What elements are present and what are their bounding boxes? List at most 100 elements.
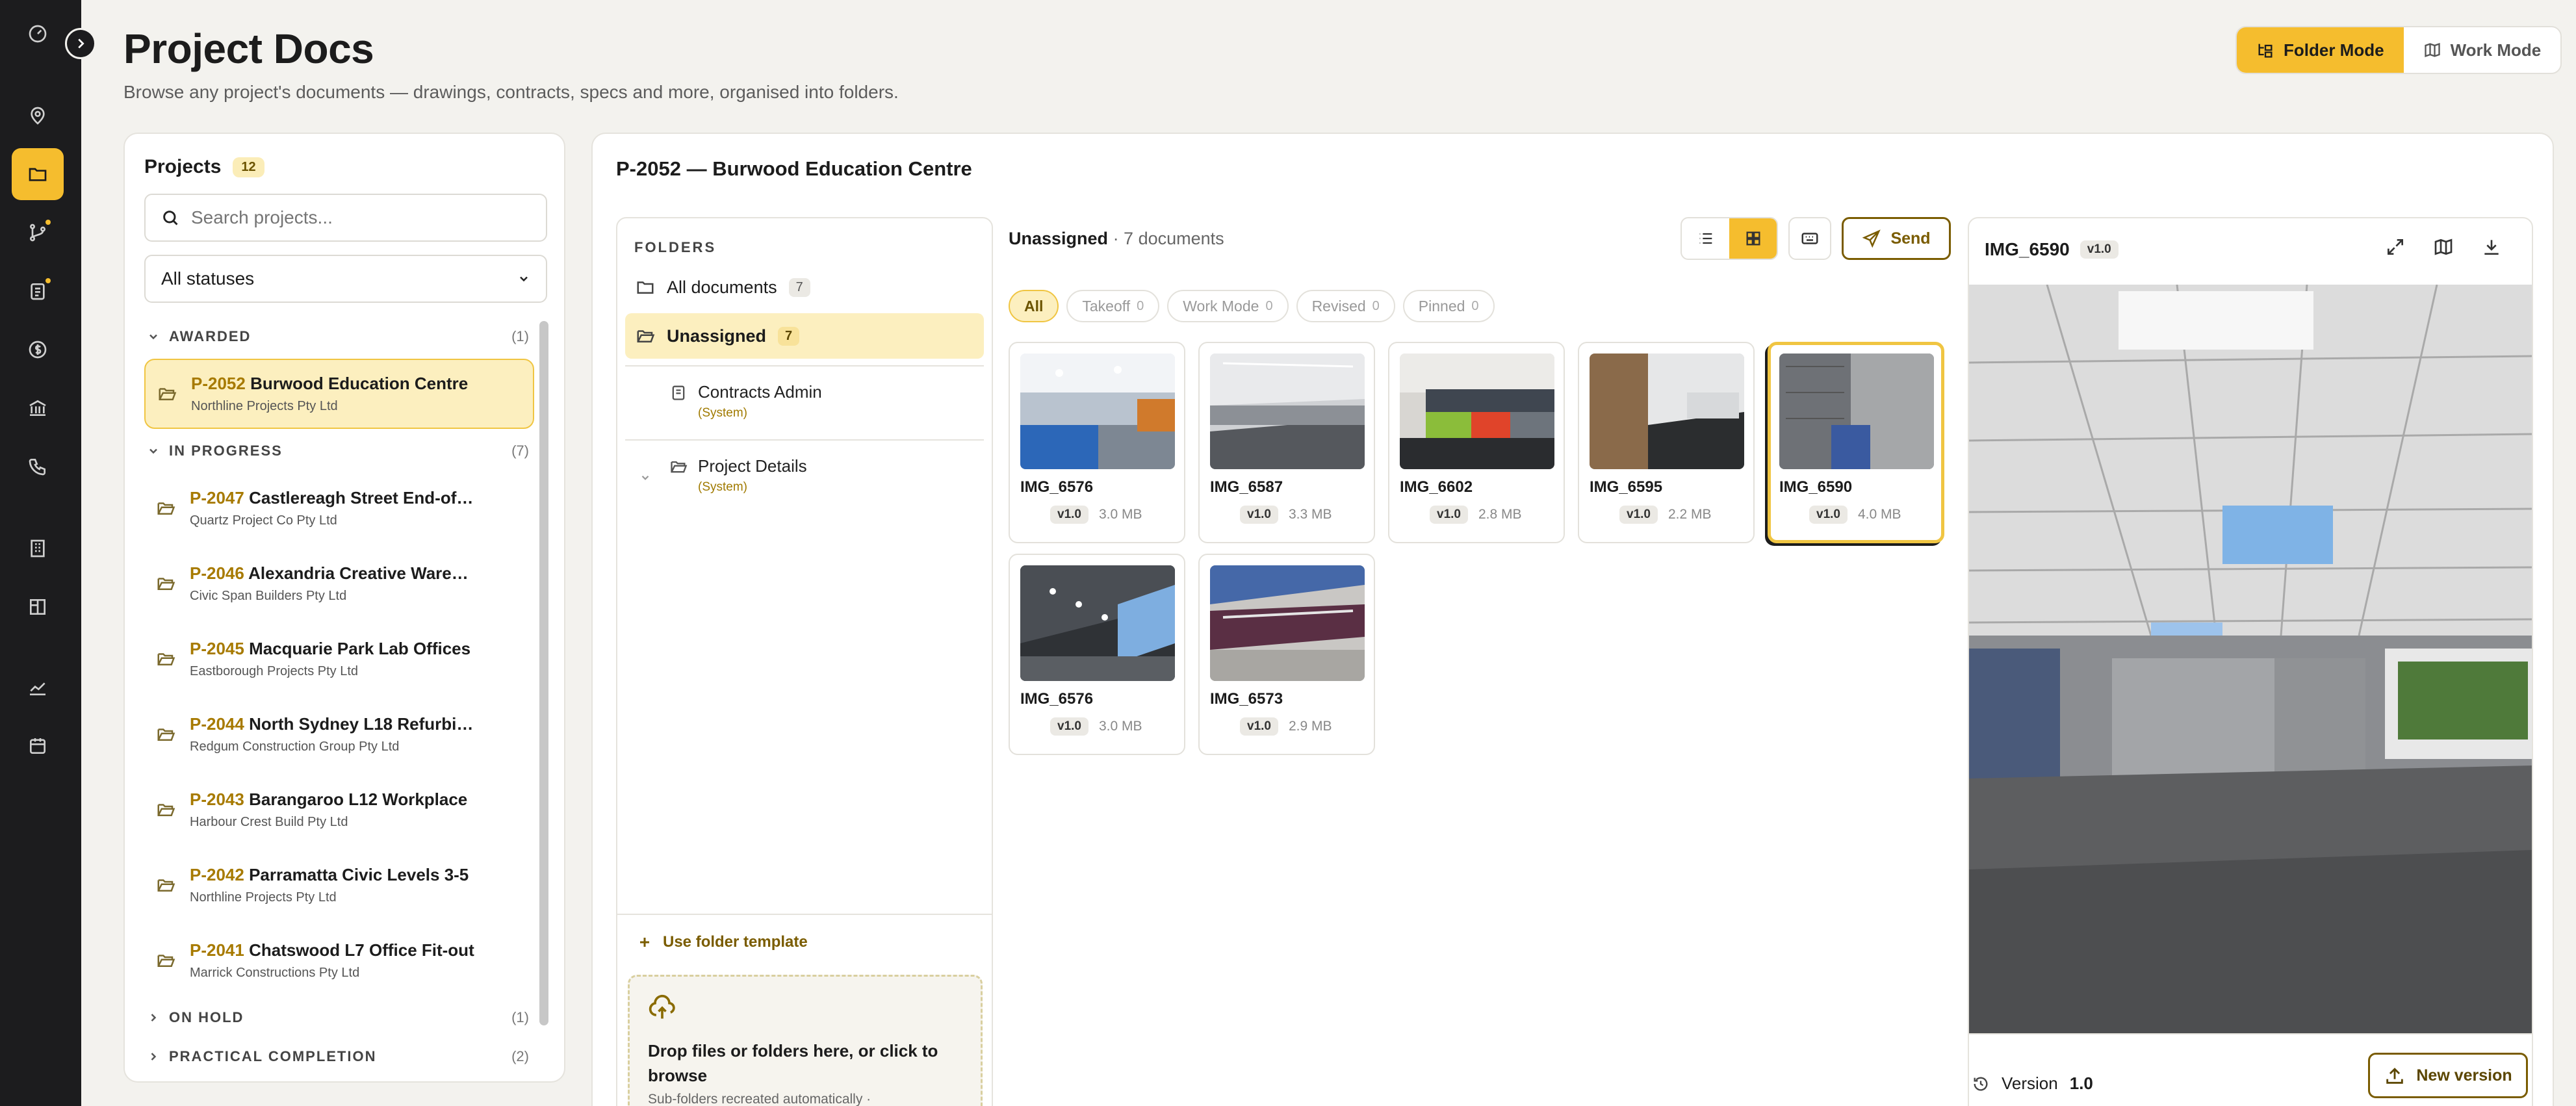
group-on-hold[interactable]: ON HOLD (1) — [144, 998, 534, 1037]
keyboard-shortcuts-button[interactable] — [1788, 217, 1831, 260]
filter-revised[interactable]: Revised 0 — [1296, 290, 1395, 322]
project-client: Quartz Project Co Pty Ltd — [190, 513, 337, 528]
folder-open-icon — [157, 728, 175, 741]
chevron-down-icon — [149, 448, 157, 454]
project-client: Northline Projects Pty Ltd — [191, 399, 338, 413]
chevron-down-icon[interactable] — [639, 472, 651, 483]
filter-all[interactable]: All — [1009, 290, 1059, 322]
document-thumbnail — [1020, 565, 1175, 681]
work-mode-button[interactable]: Work Mode — [2404, 27, 2561, 73]
folder-label: Unassigned — [667, 326, 767, 346]
use-folder-template-button[interactable]: Use folder template — [637, 933, 808, 951]
document-tile[interactable]: IMG_6587 v1.0 3.3 MB — [1198, 342, 1375, 543]
calendar-icon[interactable] — [12, 720, 64, 772]
project-client: Northline Projects Pty Ltd — [190, 890, 337, 905]
version-badge: v1.0 — [1050, 506, 1088, 524]
gauge-icon[interactable] — [12, 8, 64, 60]
upload-dropzone[interactable]: Drop files or folders here, or click to … — [628, 975, 983, 1106]
project-name: P-2043 Barangaroo L12 Workplace — [190, 790, 468, 809]
project-item-p-2047[interactable]: P-2047 Castlereagh Street End-of-Trip Qua… — [144, 470, 534, 546]
project-item-p-2052[interactable]: P-2052 Burwood Education Centre Northline… — [144, 359, 534, 429]
project-item-p-2043[interactable]: P-2043 Barangaroo L12 Workplace Harbour C… — [144, 772, 534, 847]
chart-line-icon[interactable] — [12, 662, 64, 714]
clipboard-icon[interactable] — [12, 265, 64, 317]
folder-open-icon — [157, 578, 175, 590]
new-version-button[interactable]: New version — [2368, 1053, 2528, 1098]
folder-open-icon — [637, 330, 655, 342]
documents-list: Unassigned · 7 documents Send All Takeof… — [1009, 217, 1957, 1106]
project-item-p-2042[interactable]: P-2042 Parramatta Civic Levels 3-5 Northl… — [144, 847, 534, 923]
folder-count: 7 — [788, 277, 810, 297]
project-docs-title: P-2052 — Burwood Education Centre — [616, 157, 972, 180]
chevron-right-icon — [151, 1014, 157, 1022]
group-label: ON HOLD — [169, 1009, 244, 1025]
document-meta: v1.0 3.0 MB — [1050, 506, 1142, 524]
project-name: P-2047 Castlereagh Street End-of-Trip — [190, 488, 476, 508]
document-name: IMG_6595 — [1590, 478, 1663, 496]
document-tile[interactable]: IMG_6595 v1.0 2.2 MB — [1578, 342, 1755, 543]
document-meta: v1.0 4.0 MB — [1809, 506, 1901, 524]
plus-icon — [640, 938, 649, 947]
preview-image[interactable] — [1969, 284, 2532, 1033]
document-tile[interactable]: IMG_6573 v1.0 2.9 MB — [1198, 554, 1375, 755]
filter-pinned[interactable]: Pinned 0 — [1402, 290, 1495, 322]
grid-view-button[interactable] — [1729, 218, 1777, 259]
document-tile[interactable]: IMG_6602 v1.0 2.8 MB — [1388, 342, 1565, 543]
map-icon — [2424, 43, 2440, 57]
project-item-p-2045[interactable]: P-2045 Macquarie Park Lab Offices Eastbor… — [144, 621, 534, 697]
notification-dot — [45, 220, 51, 225]
group-in-progress[interactable]: IN PROGRESS (7) — [144, 431, 534, 470]
document-tile[interactable]: IMG_6576 v1.0 3.0 MB — [1009, 554, 1185, 755]
project-item-p-2041[interactable]: P-2041 Chatswood L7 Office Fit-out Marric… — [144, 923, 534, 998]
send-button[interactable]: Send — [1842, 217, 1951, 260]
map-icon[interactable] — [2433, 237, 2454, 257]
version-label: Version — [2002, 1074, 2058, 1093]
building-icon[interactable] — [12, 522, 64, 574]
group-count: (2) — [511, 1048, 529, 1064]
folder-project-details[interactable]: Project Details (System) — [669, 456, 807, 495]
group-awarded[interactable]: AWARDED (1) — [144, 317, 534, 356]
sidebar-expand-button[interactable] — [65, 28, 96, 59]
document-tile-selected[interactable]: IMG_6590 v1.0 4.0 MB — [1768, 342, 1944, 543]
project-search-input[interactable] — [191, 207, 529, 228]
expand-icon[interactable] — [2385, 237, 2406, 257]
version-history[interactable]: Version 1.0 — [1972, 1074, 2093, 1094]
bank-icon[interactable] — [12, 382, 64, 434]
project-item-p-2044[interactable]: P-2044 North Sydney L18 Refurbishment Red… — [144, 697, 534, 772]
folder-mode-button[interactable]: Folder Mode — [2237, 27, 2404, 73]
file-size: 2.8 MB — [1478, 507, 1522, 522]
project-item-p-2046[interactable]: P-2046 Alexandria Creative Warehouse Civi… — [144, 546, 534, 621]
folder-contracts-admin[interactable]: Contracts Admin (System) — [669, 382, 822, 420]
project-list-scrollbar[interactable] — [539, 321, 548, 1025]
git-branch-icon[interactable] — [12, 207, 64, 259]
map-pin-icon[interactable] — [12, 90, 64, 142]
folder-all-documents[interactable]: All documents 7 — [625, 268, 984, 307]
document-thumbnail — [1210, 565, 1365, 681]
projects-title: Projects — [144, 156, 222, 177]
page-subtitle: Browse any project's documents — drawing… — [123, 82, 899, 102]
group-practical-completion[interactable]: PRACTICAL COMPLETION (2) — [144, 1037, 534, 1076]
document-count: · 7 documents — [1113, 229, 1224, 248]
folder-open-icon — [157, 502, 175, 515]
dollar-icon[interactable] — [12, 324, 64, 376]
project-client: Redgum Construction Group Pty Ltd — [190, 739, 400, 754]
version-badge: v1.0 — [1430, 506, 1468, 524]
group-count: (7) — [511, 443, 529, 459]
send-label: Send — [1890, 229, 1931, 248]
document-tile[interactable]: IMG_6576 v1.0 3.0 MB — [1009, 342, 1185, 543]
folder-unassigned[interactable]: Unassigned 7 — [625, 313, 984, 359]
folder-open-icon — [159, 388, 177, 400]
folder-icon[interactable] — [12, 148, 64, 200]
file-size: 4.0 MB — [1857, 507, 1901, 522]
blueprint-icon[interactable] — [12, 581, 64, 633]
version-value: 1.0 — [2069, 1074, 2093, 1093]
filter-takeoff[interactable]: Takeoff 0 — [1066, 290, 1160, 322]
phone-icon[interactable] — [12, 441, 64, 493]
document-name: IMG_6602 — [1400, 478, 1473, 496]
status-filter-select[interactable]: All statuses — [144, 255, 547, 303]
project-search[interactable] — [144, 194, 547, 242]
list-view-button[interactable] — [1682, 218, 1729, 259]
download-icon[interactable] — [2481, 237, 2502, 257]
use-folder-template-label: Use folder template — [663, 933, 808, 951]
filter-work-mode[interactable]: Work Mode 0 — [1167, 290, 1289, 322]
